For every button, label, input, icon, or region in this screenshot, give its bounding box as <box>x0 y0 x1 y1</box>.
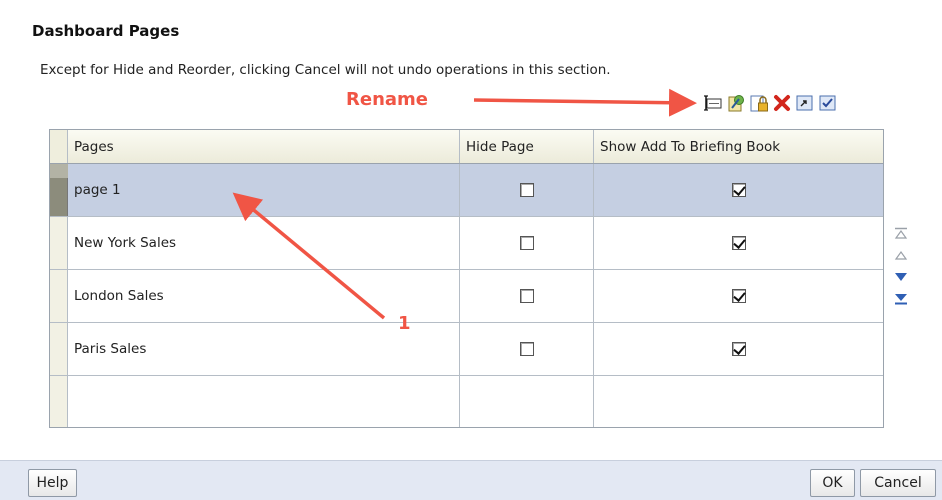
empty-table-row <box>50 376 883 427</box>
table-row[interactable]: London Sales <box>50 270 883 323</box>
table-header-row: Pages Hide Page Show Add To Briefing Boo… <box>50 130 883 164</box>
help-button[interactable]: Help <box>28 469 77 497</box>
step-number-label: 1 <box>398 313 411 334</box>
row-selector[interactable] <box>50 323 68 375</box>
show-briefing-checkbox[interactable] <box>731 183 746 197</box>
row-selector[interactable] <box>50 164 68 216</box>
hide-page-cell <box>460 323 594 375</box>
show-briefing-cell <box>594 217 883 269</box>
column-header-hide-page[interactable]: Hide Page <box>460 130 594 163</box>
section-title: Dashboard Pages <box>32 22 180 40</box>
cancel-button[interactable]: Cancel <box>860 469 936 497</box>
show-briefing-cell <box>594 323 883 375</box>
pages-toolbar <box>703 93 838 113</box>
table-row[interactable]: New York Sales <box>50 217 883 270</box>
pages-table: Pages Hide Page Show Add To Briefing Boo… <box>49 129 884 428</box>
column-header-pages[interactable]: Pages <box>68 130 460 163</box>
show-briefing-checkbox[interactable] <box>731 236 746 250</box>
reorder-controls <box>891 222 911 310</box>
empty-cell <box>68 376 460 427</box>
delete-icon[interactable] <box>772 93 792 113</box>
row-selector <box>50 376 68 427</box>
show-briefing-cell <box>594 270 883 322</box>
move-top-icon[interactable] <box>891 222 911 244</box>
page-name-cell[interactable]: New York Sales <box>68 217 460 269</box>
page-name-cell[interactable]: page 1 <box>68 164 460 216</box>
move-bottom-icon[interactable] <box>891 288 911 310</box>
row-selector[interactable] <box>50 270 68 322</box>
rename-arrow <box>473 88 697 117</box>
hide-page-checkbox[interactable] <box>519 289 534 303</box>
hide-page-checkbox[interactable] <box>519 183 534 197</box>
rename-annotation-label: Rename <box>346 89 428 110</box>
hide-page-cell <box>460 217 594 269</box>
hide-page-cell <box>460 164 594 216</box>
table-row[interactable]: Paris Sales <box>50 323 883 376</box>
empty-cell <box>460 376 594 427</box>
move-up-icon[interactable] <box>891 244 911 266</box>
export-icon[interactable] <box>795 93 815 113</box>
select-icon[interactable] <box>818 93 838 113</box>
show-briefing-checkbox[interactable] <box>731 289 746 303</box>
permissions-icon[interactable] <box>726 93 746 113</box>
empty-cell <box>594 376 883 427</box>
hide-page-cell <box>460 270 594 322</box>
move-down-icon[interactable] <box>891 266 911 288</box>
table-row[interactable]: page 1 <box>50 164 883 217</box>
section-note: Except for Hide and Reorder, clicking Ca… <box>40 62 611 78</box>
hide-page-checkbox[interactable] <box>519 236 534 250</box>
show-briefing-checkbox[interactable] <box>731 342 746 356</box>
rename-icon[interactable] <box>703 93 723 113</box>
dialog-footer <box>0 460 942 500</box>
row-selector[interactable] <box>50 217 68 269</box>
column-header-show-briefing-book[interactable]: Show Add To Briefing Book <box>594 130 883 163</box>
header-selector-cell <box>50 130 68 163</box>
show-briefing-cell <box>594 164 883 216</box>
lock-icon[interactable] <box>749 93 769 113</box>
ok-button[interactable]: OK <box>810 469 855 497</box>
hide-page-checkbox[interactable] <box>519 342 534 356</box>
